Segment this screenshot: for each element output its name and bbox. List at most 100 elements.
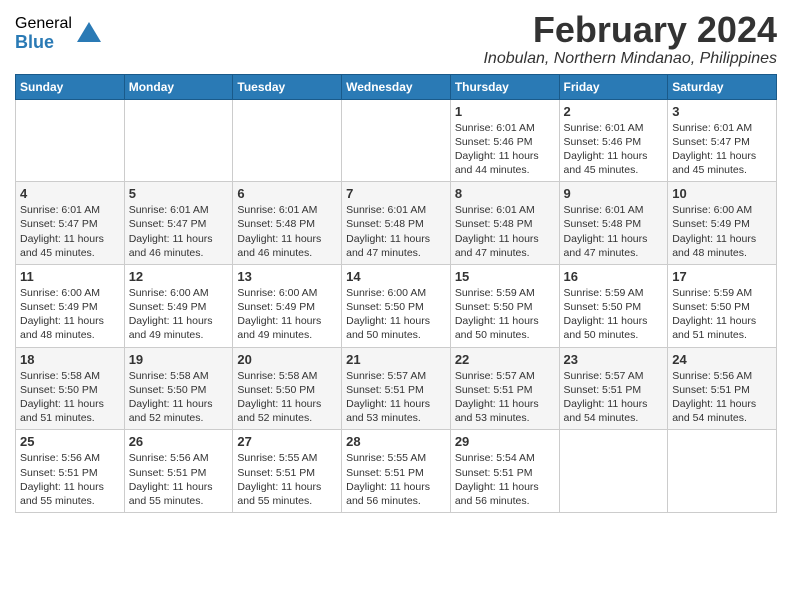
day-info: Sunrise: 5:57 AM Sunset: 5:51 PM Dayligh… xyxy=(564,369,664,426)
location-subtitle: Inobulan, Northern Mindanao, Philippines xyxy=(483,50,777,68)
day-number: 7 xyxy=(346,186,446,201)
calendar-cell: 18 Sunrise: 5:58 AM Sunset: 5:50 PM Dayli… xyxy=(16,347,125,430)
day-info: Sunrise: 5:55 AM Sunset: 5:51 PM Dayligh… xyxy=(237,451,337,508)
day-info: Sunrise: 5:59 AM Sunset: 5:50 PM Dayligh… xyxy=(455,286,555,343)
header: General Blue February 2024 Inobulan, Nor… xyxy=(15,10,777,68)
header-cell-tuesday: Tuesday xyxy=(233,74,342,99)
day-number: 3 xyxy=(672,104,772,119)
day-info: Sunrise: 5:56 AM Sunset: 5:51 PM Dayligh… xyxy=(672,369,772,426)
day-number: 26 xyxy=(129,434,229,449)
day-info: Sunrise: 5:58 AM Sunset: 5:50 PM Dayligh… xyxy=(237,369,337,426)
day-info: Sunrise: 5:57 AM Sunset: 5:51 PM Dayligh… xyxy=(346,369,446,426)
week-row-2: 11 Sunrise: 6:00 AM Sunset: 5:49 PM Dayli… xyxy=(16,264,777,347)
day-number: 20 xyxy=(237,352,337,367)
calendar-cell: 21 Sunrise: 5:57 AM Sunset: 5:51 PM Dayli… xyxy=(342,347,451,430)
header-cell-thursday: Thursday xyxy=(450,74,559,99)
calendar-cell: 4 Sunrise: 6:01 AM Sunset: 5:47 PM Daylig… xyxy=(16,182,125,265)
calendar-cell: 1 Sunrise: 6:01 AM Sunset: 5:46 PM Daylig… xyxy=(450,99,559,182)
day-info: Sunrise: 6:01 AM Sunset: 5:47 PM Dayligh… xyxy=(129,203,229,260)
day-number: 12 xyxy=(129,269,229,284)
logo-general: General xyxy=(15,15,72,33)
calendar-cell: 24 Sunrise: 5:56 AM Sunset: 5:51 PM Dayli… xyxy=(668,347,777,430)
day-info: Sunrise: 5:59 AM Sunset: 5:50 PM Dayligh… xyxy=(564,286,664,343)
day-number: 6 xyxy=(237,186,337,201)
calendar-cell: 6Sunrise: 6:01 AM Sunset: 5:48 PM Daylig… xyxy=(233,182,342,265)
day-number: 21 xyxy=(346,352,446,367)
logo-icon xyxy=(75,20,103,48)
calendar-header: SundayMondayTuesdayWednesdayThursdayFrid… xyxy=(16,74,777,99)
day-number: 5 xyxy=(129,186,229,201)
calendar-cell xyxy=(342,99,451,182)
calendar-cell xyxy=(559,430,668,513)
calendar-cell: 3 Sunrise: 6:01 AM Sunset: 5:47 PM Daylig… xyxy=(668,99,777,182)
calendar-cell: 23 Sunrise: 5:57 AM Sunset: 5:51 PM Dayli… xyxy=(559,347,668,430)
day-number: 22 xyxy=(455,352,555,367)
day-info: Sunrise: 5:56 AM Sunset: 5:51 PM Dayligh… xyxy=(20,451,120,508)
day-number: 18 xyxy=(20,352,120,367)
day-info: Sunrise: 5:57 AM Sunset: 5:51 PM Dayligh… xyxy=(455,369,555,426)
day-number: 23 xyxy=(564,352,664,367)
week-row-3: 18 Sunrise: 5:58 AM Sunset: 5:50 PM Dayli… xyxy=(16,347,777,430)
day-info: Sunrise: 5:58 AM Sunset: 5:50 PM Dayligh… xyxy=(129,369,229,426)
calendar-cell: 15Sunrise: 5:59 AM Sunset: 5:50 PM Dayli… xyxy=(450,264,559,347)
day-info: Sunrise: 6:00 AM Sunset: 5:49 PM Dayligh… xyxy=(129,286,229,343)
day-info: Sunrise: 5:58 AM Sunset: 5:50 PM Dayligh… xyxy=(20,369,120,426)
logo: General Blue xyxy=(15,15,103,52)
day-number: 29 xyxy=(455,434,555,449)
calendar-cell xyxy=(124,99,233,182)
logo-blue: Blue xyxy=(15,33,72,53)
calendar-cell: 19 Sunrise: 5:58 AM Sunset: 5:50 PM Dayli… xyxy=(124,347,233,430)
day-info: Sunrise: 6:01 AM Sunset: 5:47 PM Dayligh… xyxy=(672,121,772,178)
calendar-cell: 20 Sunrise: 5:58 AM Sunset: 5:50 PM Dayli… xyxy=(233,347,342,430)
day-number: 10 xyxy=(672,186,772,201)
day-number: 24 xyxy=(672,352,772,367)
week-row-0: 1 Sunrise: 6:01 AM Sunset: 5:46 PM Daylig… xyxy=(16,99,777,182)
day-info: Sunrise: 6:01 AM Sunset: 5:48 PM Dayligh… xyxy=(455,203,555,260)
day-number: 11 xyxy=(20,269,120,284)
day-info: Sunrise: 6:00 AM Sunset: 5:49 PM Dayligh… xyxy=(672,203,772,260)
header-row: SundayMondayTuesdayWednesdayThursdayFrid… xyxy=(16,74,777,99)
header-cell-sunday: Sunday xyxy=(16,74,125,99)
day-info: Sunrise: 5:56 AM Sunset: 5:51 PM Dayligh… xyxy=(129,451,229,508)
calendar-cell xyxy=(16,99,125,182)
header-cell-saturday: Saturday xyxy=(668,74,777,99)
calendar-cell: 11 Sunrise: 6:00 AM Sunset: 5:49 PM Dayli… xyxy=(16,264,125,347)
header-cell-wednesday: Wednesday xyxy=(342,74,451,99)
day-info: Sunrise: 6:01 AM Sunset: 5:48 PM Dayligh… xyxy=(346,203,446,260)
calendar-cell: 17 Sunrise: 5:59 AM Sunset: 5:50 PM Dayli… xyxy=(668,264,777,347)
day-info: Sunrise: 6:00 AM Sunset: 5:49 PM Dayligh… xyxy=(20,286,120,343)
day-number: 13 xyxy=(237,269,337,284)
day-info: Sunrise: 6:00 AM Sunset: 5:49 PM Dayligh… xyxy=(237,286,337,343)
day-number: 27 xyxy=(237,434,337,449)
day-info: Sunrise: 6:01 AM Sunset: 5:46 PM Dayligh… xyxy=(455,121,555,178)
day-info: Sunrise: 6:00 AM Sunset: 5:50 PM Dayligh… xyxy=(346,286,446,343)
calendar-cell: 5 Sunrise: 6:01 AM Sunset: 5:47 PM Daylig… xyxy=(124,182,233,265)
calendar-cell: 9Sunrise: 6:01 AM Sunset: 5:48 PM Daylig… xyxy=(559,182,668,265)
calendar-cell: 16 Sunrise: 5:59 AM Sunset: 5:50 PM Dayli… xyxy=(559,264,668,347)
calendar-cell: 7 Sunrise: 6:01 AM Sunset: 5:48 PM Daylig… xyxy=(342,182,451,265)
calendar-cell: 13 Sunrise: 6:00 AM Sunset: 5:49 PM Dayli… xyxy=(233,264,342,347)
day-number: 8 xyxy=(455,186,555,201)
calendar-cell xyxy=(668,430,777,513)
day-number: 1 xyxy=(455,104,555,119)
day-number: 2 xyxy=(564,104,664,119)
day-number: 16 xyxy=(564,269,664,284)
calendar-cell: 8 Sunrise: 6:01 AM Sunset: 5:48 PM Daylig… xyxy=(450,182,559,265)
logo-text: General Blue xyxy=(15,15,72,52)
calendar-cell: 2Sunrise: 6:01 AM Sunset: 5:46 PM Daylig… xyxy=(559,99,668,182)
day-info: Sunrise: 5:59 AM Sunset: 5:50 PM Dayligh… xyxy=(672,286,772,343)
calendar-cell: 10 Sunrise: 6:00 AM Sunset: 5:49 PM Dayli… xyxy=(668,182,777,265)
calendar-body: 1 Sunrise: 6:01 AM Sunset: 5:46 PM Daylig… xyxy=(16,99,777,512)
calendar-cell: 25Sunrise: 5:56 AM Sunset: 5:51 PM Dayli… xyxy=(16,430,125,513)
day-number: 4 xyxy=(20,186,120,201)
day-info: Sunrise: 6:01 AM Sunset: 5:47 PM Dayligh… xyxy=(20,203,120,260)
day-number: 17 xyxy=(672,269,772,284)
header-cell-monday: Monday xyxy=(124,74,233,99)
calendar-cell: 27 Sunrise: 5:55 AM Sunset: 5:51 PM Dayli… xyxy=(233,430,342,513)
day-number: 19 xyxy=(129,352,229,367)
week-row-1: 4 Sunrise: 6:01 AM Sunset: 5:47 PM Daylig… xyxy=(16,182,777,265)
title-area: February 2024 Inobulan, Northern Mindana… xyxy=(483,10,777,68)
day-info: Sunrise: 5:54 AM Sunset: 5:51 PM Dayligh… xyxy=(455,451,555,508)
day-number: 28 xyxy=(346,434,446,449)
day-info: Sunrise: 5:55 AM Sunset: 5:51 PM Dayligh… xyxy=(346,451,446,508)
